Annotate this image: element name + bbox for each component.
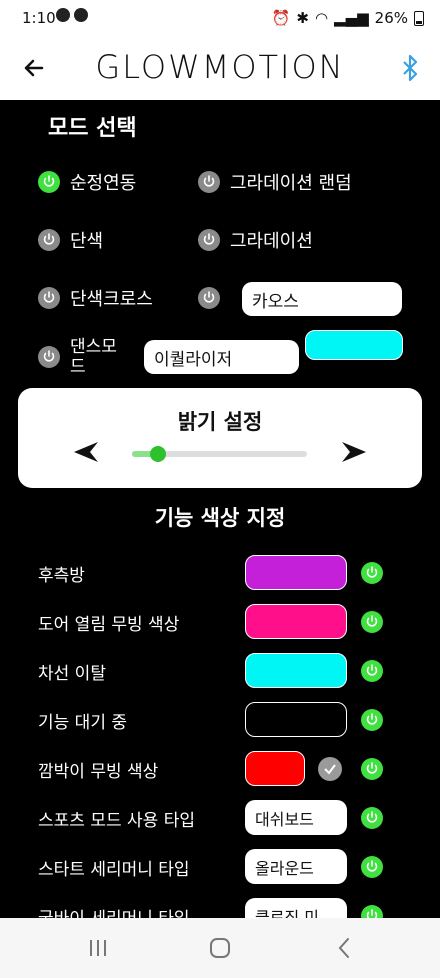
chat-icon [56,8,70,22]
power-off-icon [198,287,220,309]
recent-apps-icon[interactable] [83,934,113,962]
power-on-icon[interactable] [361,758,383,780]
function-row-label: 차선 이탈 [38,664,106,684]
brightness-decrease-arrow-icon[interactable] [72,440,100,464]
chaos-select[interactable]: 카오스 [242,282,402,316]
power-on-icon[interactable] [361,660,383,682]
function-color-swatch[interactable] [245,555,347,590]
brightness-increase-arrow-icon[interactable] [340,440,368,464]
mode-item-solid[interactable]: 단색 [38,225,103,255]
power-on-icon[interactable] [361,709,383,731]
navigation-bar [0,918,440,978]
brightness-card: 밝기 설정 [18,388,422,488]
function-row-label: 스포츠 모드 사용 타입 [38,811,195,831]
function-type-select[interactable]: 대쉬보드 [245,800,347,835]
mode-item-chaos[interactable] [198,283,220,313]
power-on-icon[interactable] [361,611,383,633]
mode-item-label: 단색크로스 [70,289,153,310]
mode-item-gradient[interactable]: 그라데이션 [198,225,313,255]
function-color-swatch[interactable] [245,604,347,639]
brightness-slider[interactable] [132,446,307,462]
power-off-icon [38,346,60,368]
app-title: GLOWMOTION [95,48,345,86]
checkmark-icon[interactable] [318,757,342,781]
wifi-icon: ◠ [314,9,329,27]
dance-color-swatch[interactable] [305,330,403,360]
power-on-icon [38,171,60,193]
function-type-value: 대쉬보드 [255,809,314,829]
function-row-label: 깜박이 무빙 색상 [38,762,159,782]
function-row-label: 스타트 세리머니 타입 [38,860,190,880]
brightness-title: 밝기 설정 [177,410,263,434]
mode-item-label: 댄스모드 [70,337,117,377]
chaos-select-value: 카오스 [252,291,299,312]
power-on-icon[interactable] [361,856,383,878]
coffee-icon [74,8,88,22]
function-color-swatch[interactable] [245,751,305,786]
signal-icon: ▂▄▆ [334,9,369,27]
function-type-select[interactable]: 올라운드 [245,849,347,884]
power-off-icon [38,287,60,309]
function-row-label: 기능 대기 중 [38,713,128,733]
power-on-icon[interactable] [361,562,383,584]
equalizer-select[interactable]: 이퀄라이저 [144,340,299,374]
brightness-slider-thumb[interactable] [150,446,167,462]
power-on-icon[interactable] [361,807,383,829]
mode-item-label: 그라데이션 랜덤 [230,173,352,194]
bluetooth-icon[interactable] [398,52,422,84]
back-nav-icon[interactable] [330,934,360,962]
mode-item-dance[interactable]: 댄스모드 [38,337,128,377]
power-off-icon [198,171,220,193]
function-section-title: 기능 색상 지정 [154,506,286,530]
equalizer-select-value: 이퀄라이저 [154,349,233,370]
power-off-icon [38,229,60,251]
function-type-value: 올라운드 [255,858,314,878]
function-row-label: 도어 열림 무빙 색상 [38,615,180,635]
function-color-swatch[interactable] [245,702,347,737]
home-icon[interactable] [205,934,235,962]
status-time: 1:10 [22,9,56,27]
mode-item-gradient-random[interactable]: 그라데이션 랜덤 [198,167,352,197]
mode-item-label: 그라데이션 [230,231,313,252]
mode-item-label: 순정연동 [70,173,137,194]
battery-icon [414,10,424,26]
battery-percent: 26% [374,9,408,27]
mode-item-sunjeong[interactable]: 순정연동 [38,167,136,197]
power-off-icon [198,229,220,251]
alarm-icon: ⏰ [271,9,291,27]
status-bar: 1:10 ⏰ ✱ ◠ ▂▄▆ 26% [0,0,440,36]
app-header: GLOWMOTION [0,36,440,100]
mode-item-solid-cross[interactable]: 단색크로스 [38,283,153,313]
function-row-label: 후측방 [38,566,85,586]
mode-item-label: 단색 [70,231,104,252]
mode-section-title: 모드 선택 [48,116,137,141]
function-color-swatch[interactable] [245,653,347,688]
bluetooth-status-icon: ✱ [296,9,309,27]
